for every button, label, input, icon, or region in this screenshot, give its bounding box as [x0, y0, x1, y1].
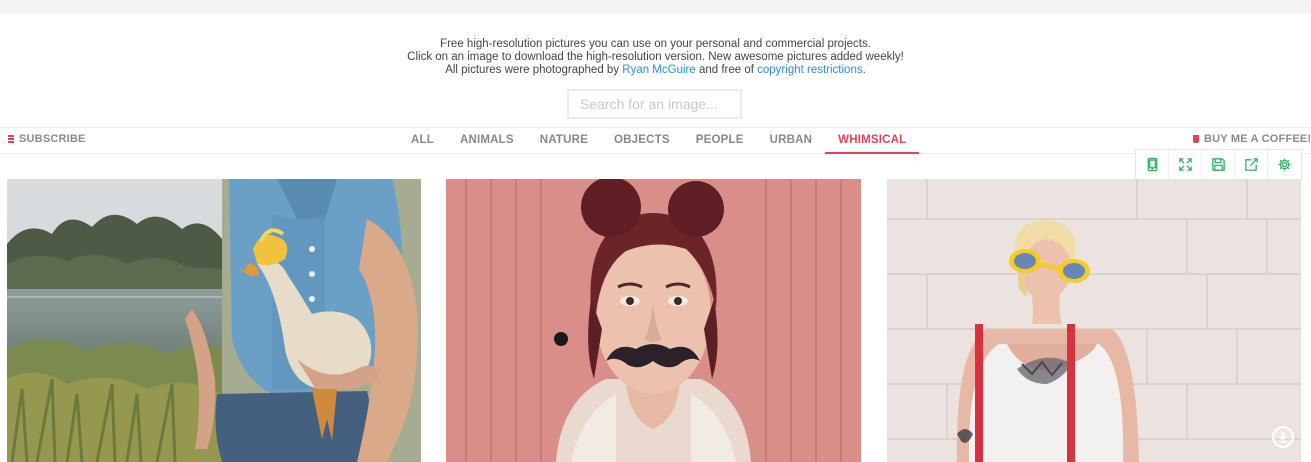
subscribe-link[interactable]: SUBSCRIBE — [8, 133, 86, 145]
photo-woman-with-mustache[interactable] — [446, 179, 861, 462]
save-button[interactable] — [1202, 150, 1235, 179]
category-tabs: ALL ANIMALS NATURE OBJECTS PEOPLE URBAN … — [398, 128, 920, 154]
buy-coffee-link[interactable]: BUY ME A COFFEE! — [1193, 133, 1311, 145]
tab-whimsical[interactable]: WHIMSICAL — [825, 128, 920, 154]
settings-button[interactable] — [1268, 150, 1301, 179]
intro-text: Free high-resolution pictures you can us… — [0, 38, 1311, 77]
intro-line-1: Free high-resolution pictures you can us… — [440, 38, 871, 50]
subscribe-label: SUBSCRIBE — [19, 133, 86, 145]
menu-lines-icon — [8, 135, 14, 143]
intro-line-2: Click on an image to download the high-r… — [407, 51, 904, 63]
tablet-icon — [1147, 157, 1157, 172]
share-icon — [1244, 158, 1258, 171]
top-strip — [0, 0, 1311, 14]
photo-woman-with-sunglasses-image — [887, 179, 1301, 462]
coffee-cup-icon — [1193, 135, 1199, 143]
tab-animals[interactable]: ANIMALS — [447, 128, 527, 154]
tablet-button[interactable] — [1136, 150, 1169, 179]
search-input[interactable] — [567, 89, 742, 119]
floating-toolbar — [1135, 149, 1302, 180]
share-button[interactable] — [1235, 150, 1268, 179]
intro-line-3: All pictures were photographed by Ryan M… — [0, 64, 1311, 77]
buy-coffee-label: BUY ME A COFFEE! — [1204, 133, 1311, 145]
download-button[interactable] — [1272, 426, 1294, 448]
download-arrow-icon — [1279, 432, 1287, 443]
save-icon — [1211, 158, 1225, 171]
fullscreen-icon — [1178, 158, 1192, 171]
tab-people[interactable]: PEOPLE — [683, 128, 757, 154]
license-link[interactable]: copyright restrictions — [757, 64, 862, 76]
intro-line-3-suffix: . — [862, 64, 866, 76]
fullscreen-button[interactable] — [1169, 150, 1202, 179]
intro-line-3-middle: and free of — [695, 64, 758, 76]
tab-nature[interactable]: NATURE — [527, 128, 601, 154]
tab-objects[interactable]: OBJECTS — [601, 128, 683, 154]
tab-all[interactable]: ALL — [398, 128, 447, 154]
photo-woman-with-mustache-image — [446, 179, 861, 462]
intro-line-3-prefix: All pictures were photographed by — [445, 64, 623, 76]
photo-man-with-goose[interactable] — [7, 179, 421, 462]
author-link[interactable]: Ryan McGuire — [622, 64, 696, 76]
settings-icon — [1278, 158, 1291, 171]
photo-woman-with-sunglasses[interactable] — [887, 179, 1301, 462]
photo-man-with-goose-image — [7, 179, 421, 462]
tab-urban[interactable]: URBAN — [757, 128, 826, 154]
category-nav: SUBSCRIBE ALL ANIMALS NATURE OBJECTS PEO… — [0, 127, 1311, 154]
